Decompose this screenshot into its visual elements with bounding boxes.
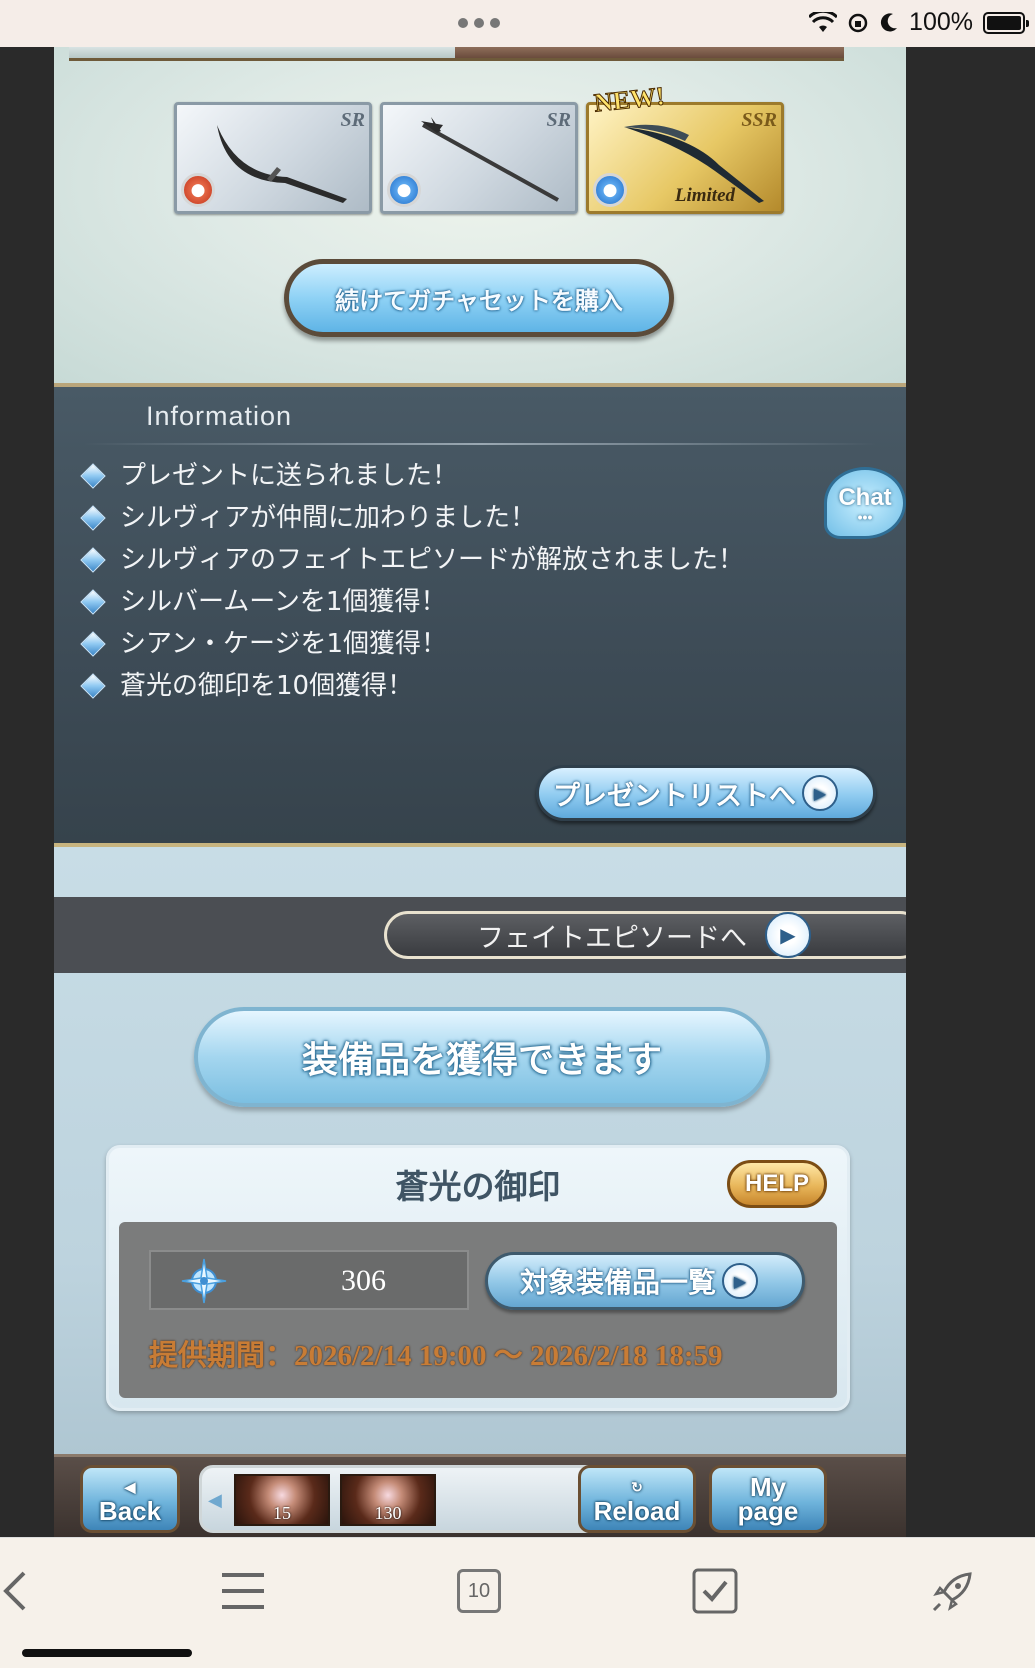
scythe-weapon-icon	[217, 125, 347, 203]
water-element-icon: ●	[387, 173, 421, 207]
divider	[84, 443, 876, 445]
equipment-obtainable-banner: 装備品を獲得できます	[194, 1007, 770, 1107]
weapon-card-sr-water[interactable]: SR ●	[380, 102, 578, 214]
status-bar: 100%	[0, 0, 1035, 47]
item-slot[interactable]: 15	[234, 1474, 330, 1526]
list-item: シルバームーンを1個獲得！	[80, 581, 840, 623]
rarity-badge: SSR	[741, 109, 777, 131]
limited-label: Limited	[674, 185, 735, 206]
list-item: シルヴィアのフェイトエピソードが解放されました！	[80, 539, 840, 581]
wifi-icon	[809, 11, 838, 32]
seal-details: 306 対象装備品一覧 ▶ 提供期間：2026/2/14 19:00 〜 202…	[119, 1222, 837, 1398]
water-element-icon: ●	[593, 173, 627, 207]
blue-seal-icon	[181, 1258, 227, 1304]
gem-bullet-icon	[80, 463, 106, 489]
gem-bullet-icon	[80, 505, 106, 531]
item-slot[interactable]: 130	[340, 1474, 436, 1526]
checkbox-icon[interactable]	[690, 1566, 740, 1616]
weapon-card-ssr-water[interactable]: SSR ● Limited	[586, 102, 784, 214]
multitask-dots-icon[interactable]	[458, 18, 500, 28]
gem-bullet-icon	[80, 589, 106, 615]
play-arrow-icon: ▶	[802, 775, 838, 811]
reload-button[interactable]: ↻ Reload	[578, 1465, 696, 1533]
home-indicator[interactable]	[22, 1649, 192, 1657]
game-bottom-nav: ◀ Back ◀ 15 130 ↻ Reload My page	[54, 1454, 906, 1537]
chat-button[interactable]: Chat •••	[824, 467, 906, 539]
information-list: プレゼントに送られました！ シルヴィアが仲間に加わりました！ シルヴィアのフェイ…	[80, 455, 840, 707]
fate-episode-button[interactable]: フェイトエピソードへ ▶	[384, 911, 906, 959]
list-item: 蒼光の御印を10個獲得！	[80, 665, 840, 707]
gem-bullet-icon	[80, 547, 106, 573]
rarity-badge: SR	[340, 109, 365, 131]
menu-icon[interactable]	[218, 1566, 268, 1616]
fire-element-icon: ●	[181, 173, 215, 207]
my-page-button[interactable]: My page	[709, 1465, 827, 1533]
scroll-left-icon[interactable]: ◀	[208, 1490, 222, 1511]
gem-bullet-icon	[80, 673, 106, 699]
result-card-partial	[455, 47, 651, 61]
battery-percent: 100%	[909, 8, 973, 36]
play-arrow-icon: ▶	[722, 1263, 759, 1299]
browser-toolbar: 10	[0, 1537, 1035, 1668]
spear-weapon-icon	[421, 117, 559, 202]
battery-icon	[983, 11, 1029, 34]
seal-count: 306	[341, 1264, 386, 1297]
fate-episode-band: フェイトエピソードへ ▶	[54, 897, 906, 973]
availability-period: 提供期間：2026/2/14 19:00 〜 2026/2/18 18:59	[149, 1340, 723, 1372]
information-title: Information	[146, 401, 293, 431]
result-card-partial	[262, 47, 458, 61]
moon-icon	[880, 12, 898, 31]
rotation-lock-icon	[848, 13, 868, 32]
game-view: SR ● SR ● SSR ● Limited NEW! 続けてガチャセットを購…	[54, 47, 906, 1537]
tab-count: 10	[457, 1569, 501, 1613]
weapon-card-row: SR ● SR ● SSR ● Limited	[174, 102, 784, 214]
list-item: シルヴィアが仲間に加わりました！	[80, 497, 840, 539]
gacha-result-panel: SR ● SR ● SSR ● Limited NEW! 続けてガチャセットを購…	[54, 47, 906, 387]
information-panel: Information プレゼントに送られました！ シルヴィアが仲間に加わりまし…	[54, 387, 906, 847]
list-item: プレゼントに送られました！	[80, 455, 840, 497]
present-list-button[interactable]: プレゼントリストへ ▶	[536, 765, 876, 821]
tabs-button[interactable]: 10	[454, 1566, 504, 1616]
play-arrow-icon: ▶	[765, 912, 811, 958]
weapon-card-sr-fire[interactable]: SR ●	[174, 102, 372, 214]
back-chevron-icon[interactable]	[0, 1566, 40, 1616]
rocket-icon[interactable]	[928, 1566, 978, 1616]
result-card-partial	[69, 47, 265, 61]
result-card-partial	[648, 47, 844, 61]
list-item: シアン・ケージを1個獲得！	[80, 623, 840, 665]
item-shortcut-bar: ◀ 15 130	[199, 1465, 599, 1533]
buy-gacha-set-again-button[interactable]: 続けてガチャセットを購入	[284, 259, 674, 337]
rarity-badge: SR	[546, 109, 571, 131]
help-button[interactable]: HELP	[727, 1160, 827, 1208]
seal-info-box: 蒼光の御印 HELP 306 対象装備品一覧 ▶ 提供期間：2026/2/14 …	[106, 1145, 850, 1411]
back-button[interactable]: ◀ Back	[80, 1465, 180, 1533]
status-indicators: 100%	[809, 8, 1029, 37]
gem-bullet-icon	[80, 631, 106, 657]
seal-count-box: 306	[149, 1250, 469, 1310]
target-equipment-list-button[interactable]: 対象装備品一覧 ▶	[485, 1252, 805, 1310]
reward-panel: フェイトエピソードへ ▶ 装備品を獲得できます 蒼光の御印 HELP 306 対…	[54, 847, 906, 1537]
